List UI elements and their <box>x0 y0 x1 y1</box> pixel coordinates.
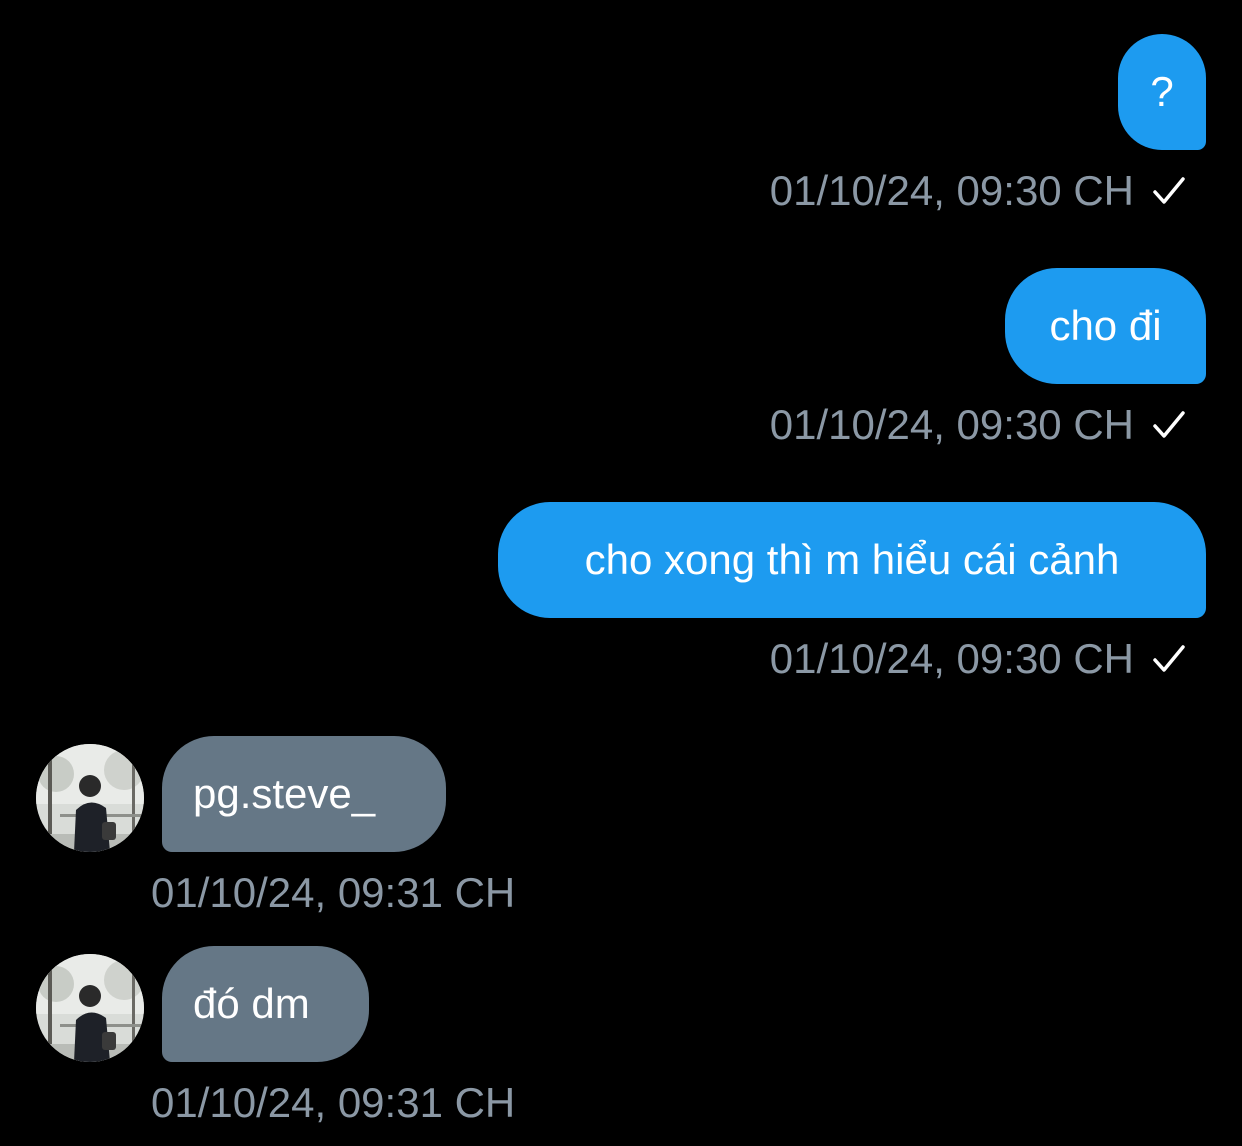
outgoing-message-bubble[interactable]: cho xong thì m hiểu cái cảnh <box>498 502 1206 618</box>
check-icon <box>1153 645 1185 672</box>
message-thread: ? 01/10/24, 09:30 CH cho đi 01/10/24, 09… <box>0 0 1242 1146</box>
message-meta: 01/10/24, 09:30 CH <box>770 404 1188 446</box>
message-timestamp: 01/10/24, 09:30 CH <box>769 635 1134 682</box>
message-meta: 01/10/24, 09:31 CH <box>151 1082 515 1124</box>
message-timestamp: 01/10/24, 09:30 CH <box>769 167 1134 214</box>
check-icon <box>1153 177 1185 204</box>
incoming-message-bubble[interactable]: pg.steve_ <box>162 736 446 852</box>
message-meta: 01/10/24, 09:31 CH <box>151 872 515 914</box>
message-text: ? <box>1150 68 1174 115</box>
message-timestamp: 01/10/24, 09:30 CH <box>769 401 1134 448</box>
outgoing-message-bubble[interactable]: ? <box>1118 34 1206 150</box>
message-text: cho đi <box>1049 302 1162 349</box>
message-meta: 01/10/24, 09:30 CH <box>770 638 1188 680</box>
message-text: cho xong thì m hiểu cái cảnh <box>584 536 1120 583</box>
message-meta: 01/10/24, 09:30 CH <box>770 170 1188 212</box>
user-avatar[interactable] <box>36 744 144 852</box>
outgoing-message-bubble[interactable]: cho đi <box>1005 268 1206 384</box>
avatar-photo <box>36 744 144 852</box>
user-avatar[interactable] <box>36 954 144 1062</box>
message-timestamp: 01/10/24, 09:31 CH <box>151 1079 516 1126</box>
message-timestamp: 01/10/24, 09:31 CH <box>151 869 516 916</box>
check-icon <box>1153 411 1185 438</box>
avatar-photo <box>36 954 144 1062</box>
message-text: đó dm <box>193 980 310 1027</box>
incoming-message-bubble[interactable]: đó dm <box>162 946 369 1062</box>
message-text: pg.steve_ <box>193 770 376 817</box>
